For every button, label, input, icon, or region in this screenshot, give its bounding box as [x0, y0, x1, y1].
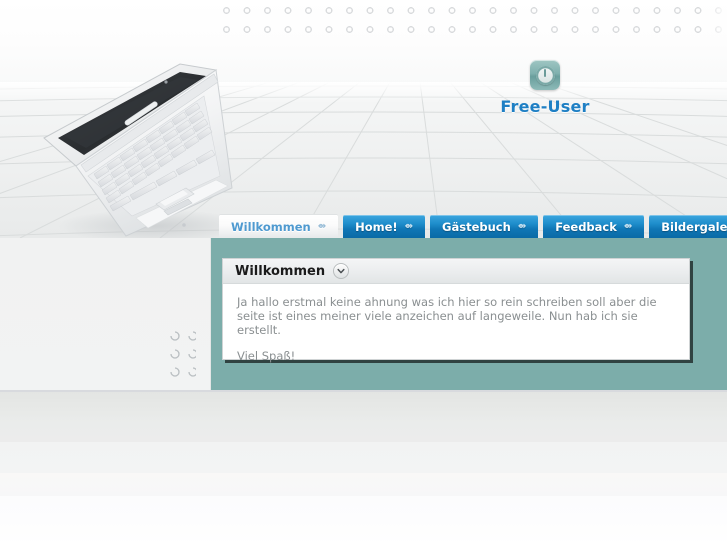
chevron-down-icon[interactable]	[333, 263, 350, 279]
site-brand: Free-User	[445, 60, 645, 116]
arrow-right-small-icon: ⇴	[517, 220, 527, 232]
tab-label: Bildergalerie	[661, 219, 727, 234]
footer-band-lower	[0, 473, 727, 496]
tab-label: Willkommen	[231, 219, 311, 234]
arrow-right-small-icon: ⇴	[404, 220, 414, 232]
crescent-dot-pattern-top	[222, 5, 727, 35]
tab-home[interactable]: Home! ⇴	[343, 215, 426, 238]
arrow-right-small-icon: ⇴	[623, 220, 633, 232]
content-card-body: Ja hallo erstmal keine ahnung was ich hi…	[223, 284, 689, 363]
footer-band-middle	[0, 442, 727, 473]
tab-label: Feedback	[555, 219, 617, 234]
site-header: Free-User	[0, 0, 727, 238]
power-glyph	[535, 65, 555, 85]
content-card-header: Willkommen	[223, 259, 689, 284]
laptop-illustration	[36, 58, 256, 238]
content-card-title: Willkommen	[235, 263, 326, 279]
arrow-right-small-icon: ⇴	[317, 220, 327, 232]
tab-label: Home!	[355, 219, 398, 234]
crescent-dot-pattern-left	[164, 330, 198, 380]
main-navigation-tabs[interactable]: Willkommen ⇴ Home! ⇴ Gästebuch ⇴ Feedbac…	[219, 215, 727, 238]
content-card: Willkommen Ja hallo erstmal keine ahnung…	[222, 258, 690, 363]
tab-willkommen[interactable]: Willkommen ⇴	[219, 215, 339, 238]
tab-bildergalerie[interactable]: Bildergalerie ⇴	[649, 215, 727, 238]
tab-label: Gästebuch	[442, 219, 511, 234]
footer-band-bottom	[0, 496, 727, 545]
footer-band-upper	[0, 392, 727, 442]
page-root: Free-User Willkommen ⇴ Home! ⇴ Gästebuch…	[0, 0, 727, 545]
content-paragraph-2: Viel Spaß!	[237, 349, 296, 363]
power-button-icon	[530, 60, 560, 90]
tab-feedback[interactable]: Feedback ⇴	[543, 215, 645, 238]
tab-gaestebuch[interactable]: Gästebuch ⇴	[430, 215, 539, 238]
content-paragraph-1: Ja hallo erstmal keine ahnung was ich hi…	[237, 295, 657, 337]
brand-name: Free-User	[500, 97, 590, 116]
